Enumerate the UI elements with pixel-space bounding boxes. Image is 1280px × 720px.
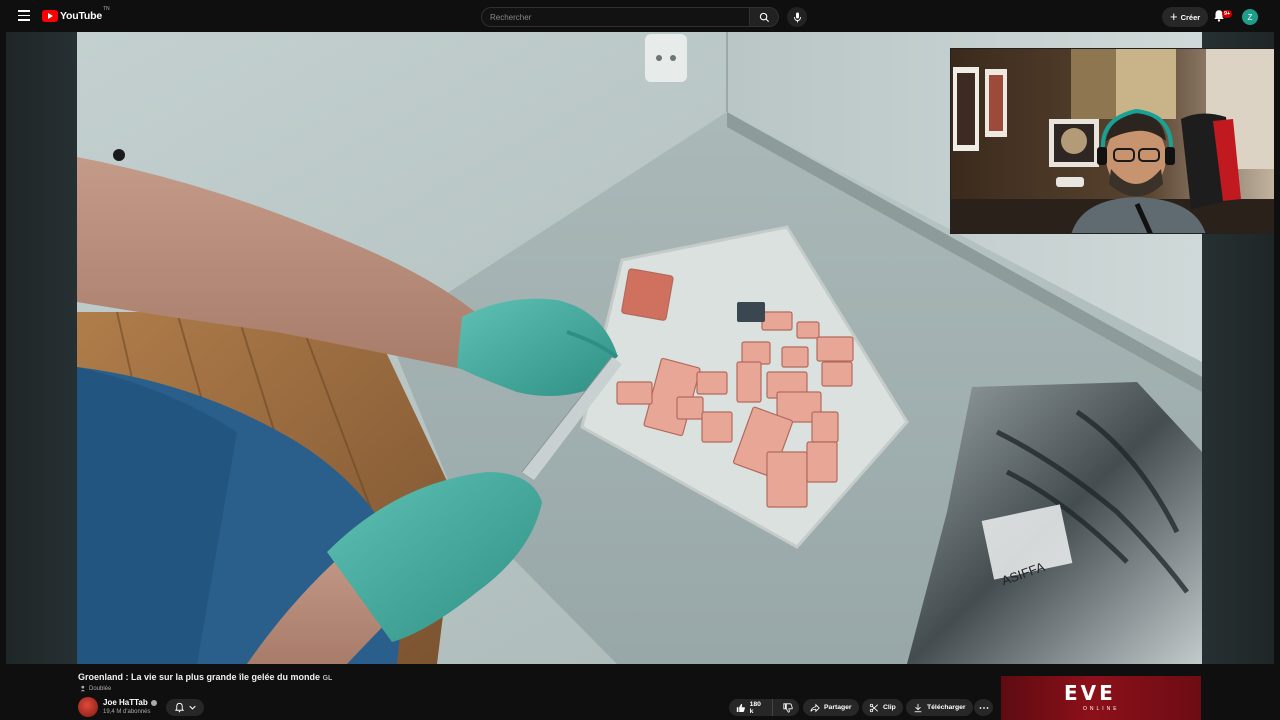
search-button[interactable] [749,7,779,27]
thumbs-down-icon [783,702,793,713]
microphone-icon [793,12,801,22]
webcam-scene [951,49,1274,233]
top-bar: YouTube TN + Créer 9+ Z [0,0,1280,32]
download-icon [914,703,922,712]
channel-name[interactable]: Joe HaTTab [103,698,157,707]
clip-button[interactable]: Clip [862,699,903,716]
logo-text: YouTube [60,10,102,22]
more-actions-button[interactable] [974,699,993,716]
share-icon [810,703,820,712]
create-label: Créer [1180,12,1201,22]
like-dislike-group: 180 k [729,699,799,716]
video-player[interactable]: ASIFFA [6,32,1274,664]
dubbed-label-text: Doublée [89,685,112,692]
download-label: Télécharger [927,704,966,711]
video-title-text: Groenland : La vie sur la plus grande îl… [78,672,321,682]
webcam-overlay [950,48,1274,234]
youtube-logo[interactable]: YouTube TN [42,6,110,24]
notification-count-badge: 9+ [1222,10,1233,18]
clip-label: Clip [883,704,896,711]
more-horizontal-icon [979,706,988,709]
voice-search-button[interactable] [787,7,807,27]
video-title: Groenland : La vie sur la plus grande îl… [78,672,332,682]
ad-banner[interactable]: EVE ONLINE [1001,676,1201,720]
video-title-suffix: GL [322,675,333,682]
account-avatar[interactable]: Z [1242,9,1258,25]
share-label: Partager [824,704,852,711]
like-button[interactable]: 180 k [729,699,773,716]
search-bar [481,7,779,27]
logo-country-code: TN [102,6,110,12]
menu-icon[interactable] [14,7,34,25]
bell-outline-icon [174,702,185,713]
subscriber-count: 19,4 M d'abonnés [103,709,151,715]
search-icon [759,12,769,22]
ad-logo-text: EVE [1064,681,1116,705]
verified-badge-icon [150,699,157,706]
create-button[interactable]: + Créer [1162,7,1209,27]
channel-avatar[interactable] [78,697,98,717]
dubbed-label: Doublée [80,685,111,692]
ad-sub-text: ONLINE [1083,706,1120,712]
plus-icon: + [1170,9,1178,24]
search-input[interactable] [481,7,749,27]
subscription-bell-button[interactable] [166,699,204,716]
download-button[interactable]: Télécharger [906,699,973,716]
scissors-icon [869,703,879,712]
chevron-down-icon [189,705,196,710]
thumbs-up-icon [736,703,745,712]
share-button[interactable]: Partager [803,699,859,716]
like-count: 180 k [749,700,761,715]
ambient-left [6,32,78,664]
dubbed-audio-icon [80,685,85,692]
dislike-button[interactable] [777,699,799,716]
channel-name-text: Joe HaTTab [103,698,148,707]
youtube-play-icon [42,10,58,22]
